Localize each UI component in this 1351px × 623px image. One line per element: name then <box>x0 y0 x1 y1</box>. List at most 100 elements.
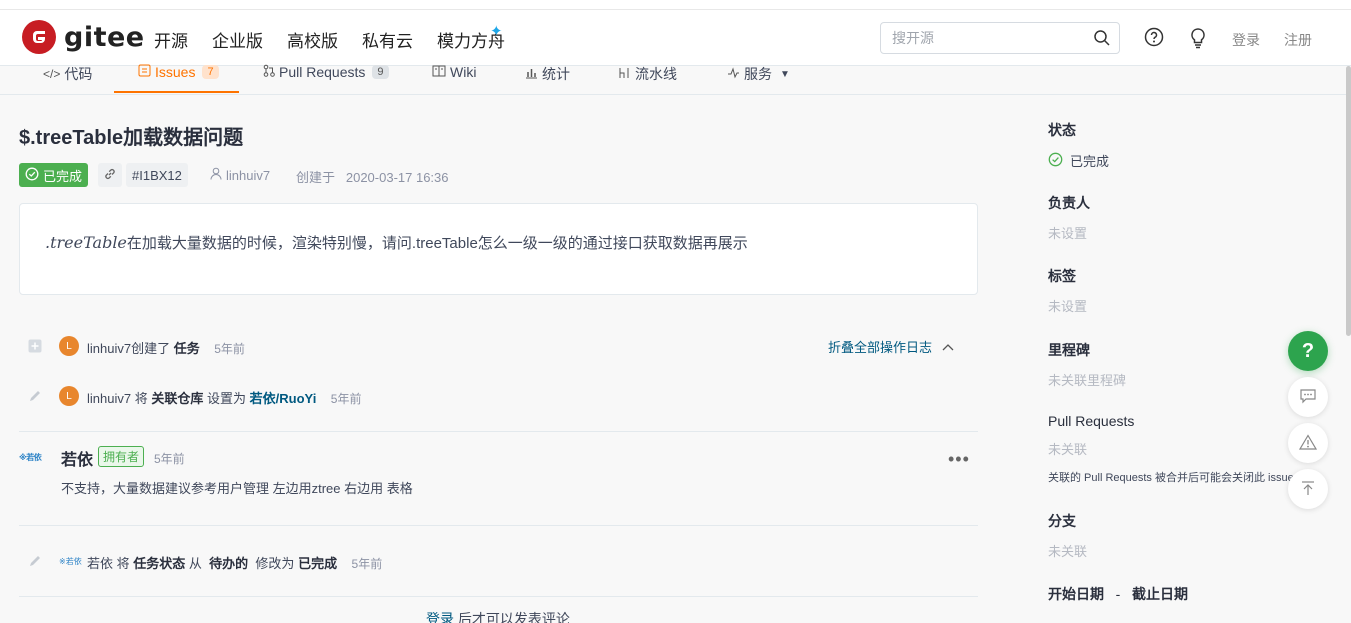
timeline-to-label: 修改为 <box>255 556 295 571</box>
feedback-button[interactable] <box>1288 377 1328 417</box>
sidebar-title: 标签 <box>1048 268 1076 284</box>
sidebar-title: Pull Requests <box>1048 413 1135 429</box>
tab-stats[interactable]: 统计 <box>525 64 570 84</box>
sidebar-status: 状态 已完成 <box>1048 120 1109 170</box>
sidebar-title: 分支 <box>1048 513 1076 529</box>
end-date-label[interactable]: 截止日期 <box>1132 586 1188 602</box>
fold-logs-label: 折叠全部操作日志 <box>828 340 933 355</box>
tabs-divider <box>0 94 1351 95</box>
plus-square-icon <box>28 339 42 356</box>
nav-open-source[interactable]: 开源 <box>154 27 188 52</box>
chat-bubble-icon <box>1299 388 1317 407</box>
pencil-icon <box>28 554 42 571</box>
avatar[interactable]: L <box>59 336 79 356</box>
back-to-top-button[interactable] <box>1288 469 1328 509</box>
nav-education[interactable]: 高校版 <box>287 27 338 52</box>
timeline-action: 创建了 <box>131 341 171 356</box>
comment-author[interactable]: 若依 <box>61 446 93 470</box>
author-name: linhuiv7 <box>226 167 271 183</box>
check-circle-icon <box>25 167 39 184</box>
sidebar-pull-requests: Pull Requests 未关联 <box>1048 413 1134 458</box>
small-avatar[interactable]: ※若依 <box>59 556 82 567</box>
timeline-user[interactable]: linhuiv7 <box>87 391 131 406</box>
tab-label: Wiki <box>450 64 477 80</box>
timeline-set: 设置为 <box>207 391 247 406</box>
help-button[interactable]: ? <box>1288 331 1328 371</box>
comment-text: 不支持，大量数据建议参考用户管理 左边用ztree 右边用 表格 <box>61 481 413 496</box>
timeline-created: linhuiv7创建了 任务 5年前 <box>87 338 245 357</box>
sidebar-value[interactable]: 未关联 <box>1048 439 1134 458</box>
stats-icon <box>525 66 538 82</box>
issue-title: $.treeTable加载数据问题 <box>19 127 244 149</box>
issues-icon <box>138 64 151 80</box>
report-button[interactable] <box>1288 423 1328 463</box>
timeline-will: 将 <box>134 391 148 406</box>
avatar[interactable]: L <box>59 386 79 406</box>
tab-pipeline[interactable]: 流水线 <box>618 64 677 84</box>
sidebar-value[interactable]: 未设置 <box>1048 223 1090 242</box>
warning-icon <box>1298 433 1318 453</box>
service-icon <box>727 66 740 82</box>
help-circle-icon[interactable] <box>1144 27 1164 50</box>
tab-label: 代码 <box>64 66 93 82</box>
timeline-divider <box>19 431 978 432</box>
tab-label: Pull Requests <box>279 64 366 80</box>
status-value-text: 已完成 <box>1070 154 1110 169</box>
search-icon[interactable] <box>1093 29 1111 50</box>
login-to-comment: 登录 后才可以发表评论 <box>426 609 570 623</box>
timeline-field: 关联仓库 <box>151 391 204 406</box>
register-link[interactable]: 注册 <box>1284 30 1312 50</box>
sidebar-title: 状态 <box>1048 122 1076 138</box>
timeline-to: 已完成 <box>298 556 338 571</box>
tab-wiki[interactable]: Wiki <box>432 64 476 80</box>
timeline-repo-link[interactable]: 若依/RuoYi <box>250 391 317 406</box>
gitee-logo-icon <box>22 20 56 54</box>
fold-logs-link[interactable]: 折叠全部操作日志 <box>828 337 954 356</box>
sparkle-icon: ✦ <box>490 23 503 40</box>
timeline-user[interactable]: linhuiv7 <box>87 341 131 356</box>
timeline-from-label: 从 <box>188 556 202 571</box>
tab-label: 统计 <box>542 66 570 82</box>
comment-avatar[interactable]: ※若依 <box>19 452 49 466</box>
issue-body: .treeTable在加载大量数据的时候，渲染特别慢，请问.treeTable怎… <box>19 203 978 295</box>
tab-count: 9 <box>372 65 389 79</box>
more-options-icon[interactable]: ••• <box>948 449 970 470</box>
nav-private-cloud[interactable]: 私有云 <box>362 27 413 52</box>
timeline-time: 5年前 <box>330 392 362 406</box>
copy-link-button[interactable] <box>98 163 122 187</box>
tab-count: 7 <box>202 65 219 79</box>
lightbulb-icon[interactable] <box>1188 27 1208 52</box>
top-divider <box>0 9 1351 10</box>
gitee-logo[interactable]: gitee <box>22 20 145 54</box>
sidebar-value[interactable]: 未关联里程碑 <box>1048 370 1126 389</box>
login-prompt-text: 后才可以发表评论 <box>457 611 570 623</box>
sidebar-status-value[interactable]: 已完成 <box>1048 151 1109 170</box>
sidebar-dates: 开始日期 - 截止日期 <box>1048 584 1188 604</box>
login-link[interactable]: 登录 <box>1232 30 1260 50</box>
timeline-time: 5年前 <box>214 342 245 356</box>
nav-enterprise[interactable]: 企业版 <box>212 27 263 52</box>
issue-id[interactable]: #I1BX12 <box>126 163 188 187</box>
pipeline-icon <box>618 66 631 82</box>
search-input[interactable] <box>892 30 1082 46</box>
timeline-user[interactable]: 若依 <box>87 556 113 571</box>
tab-pull-requests[interactable]: Pull Requests 9 <box>263 64 389 80</box>
tab-code[interactable]: </> 代码 <box>43 64 92 84</box>
start-date-label[interactable]: 开始日期 <box>1048 586 1104 602</box>
page-scrollbar[interactable] <box>1346 66 1351 336</box>
sidebar-assignee: 负责人 未设置 <box>1048 193 1090 242</box>
timeline-divider <box>19 596 978 597</box>
search-box <box>880 22 1120 54</box>
issue-author[interactable]: linhuiv7 <box>210 167 270 183</box>
sidebar-milestone: 里程碑 未关联里程碑 <box>1048 340 1126 389</box>
sidebar-value[interactable]: 未关联 <box>1048 541 1087 560</box>
login-link-bottom[interactable]: 登录 <box>426 611 454 623</box>
tab-service[interactable]: 服务 ▼ <box>727 64 790 84</box>
code-icon: </> <box>43 67 61 81</box>
tab-label: 服务 <box>744 66 772 82</box>
tab-issues[interactable]: Issues 7 <box>138 64 219 80</box>
body-rest-text: 在加载大量数据的时候，渲染特别慢，请问.treeTable怎么一级一级的通过接口… <box>126 235 748 252</box>
timeline-object: 任务 <box>173 341 200 356</box>
sidebar-value[interactable]: 未设置 <box>1048 296 1087 315</box>
chevron-up-icon <box>942 339 954 354</box>
